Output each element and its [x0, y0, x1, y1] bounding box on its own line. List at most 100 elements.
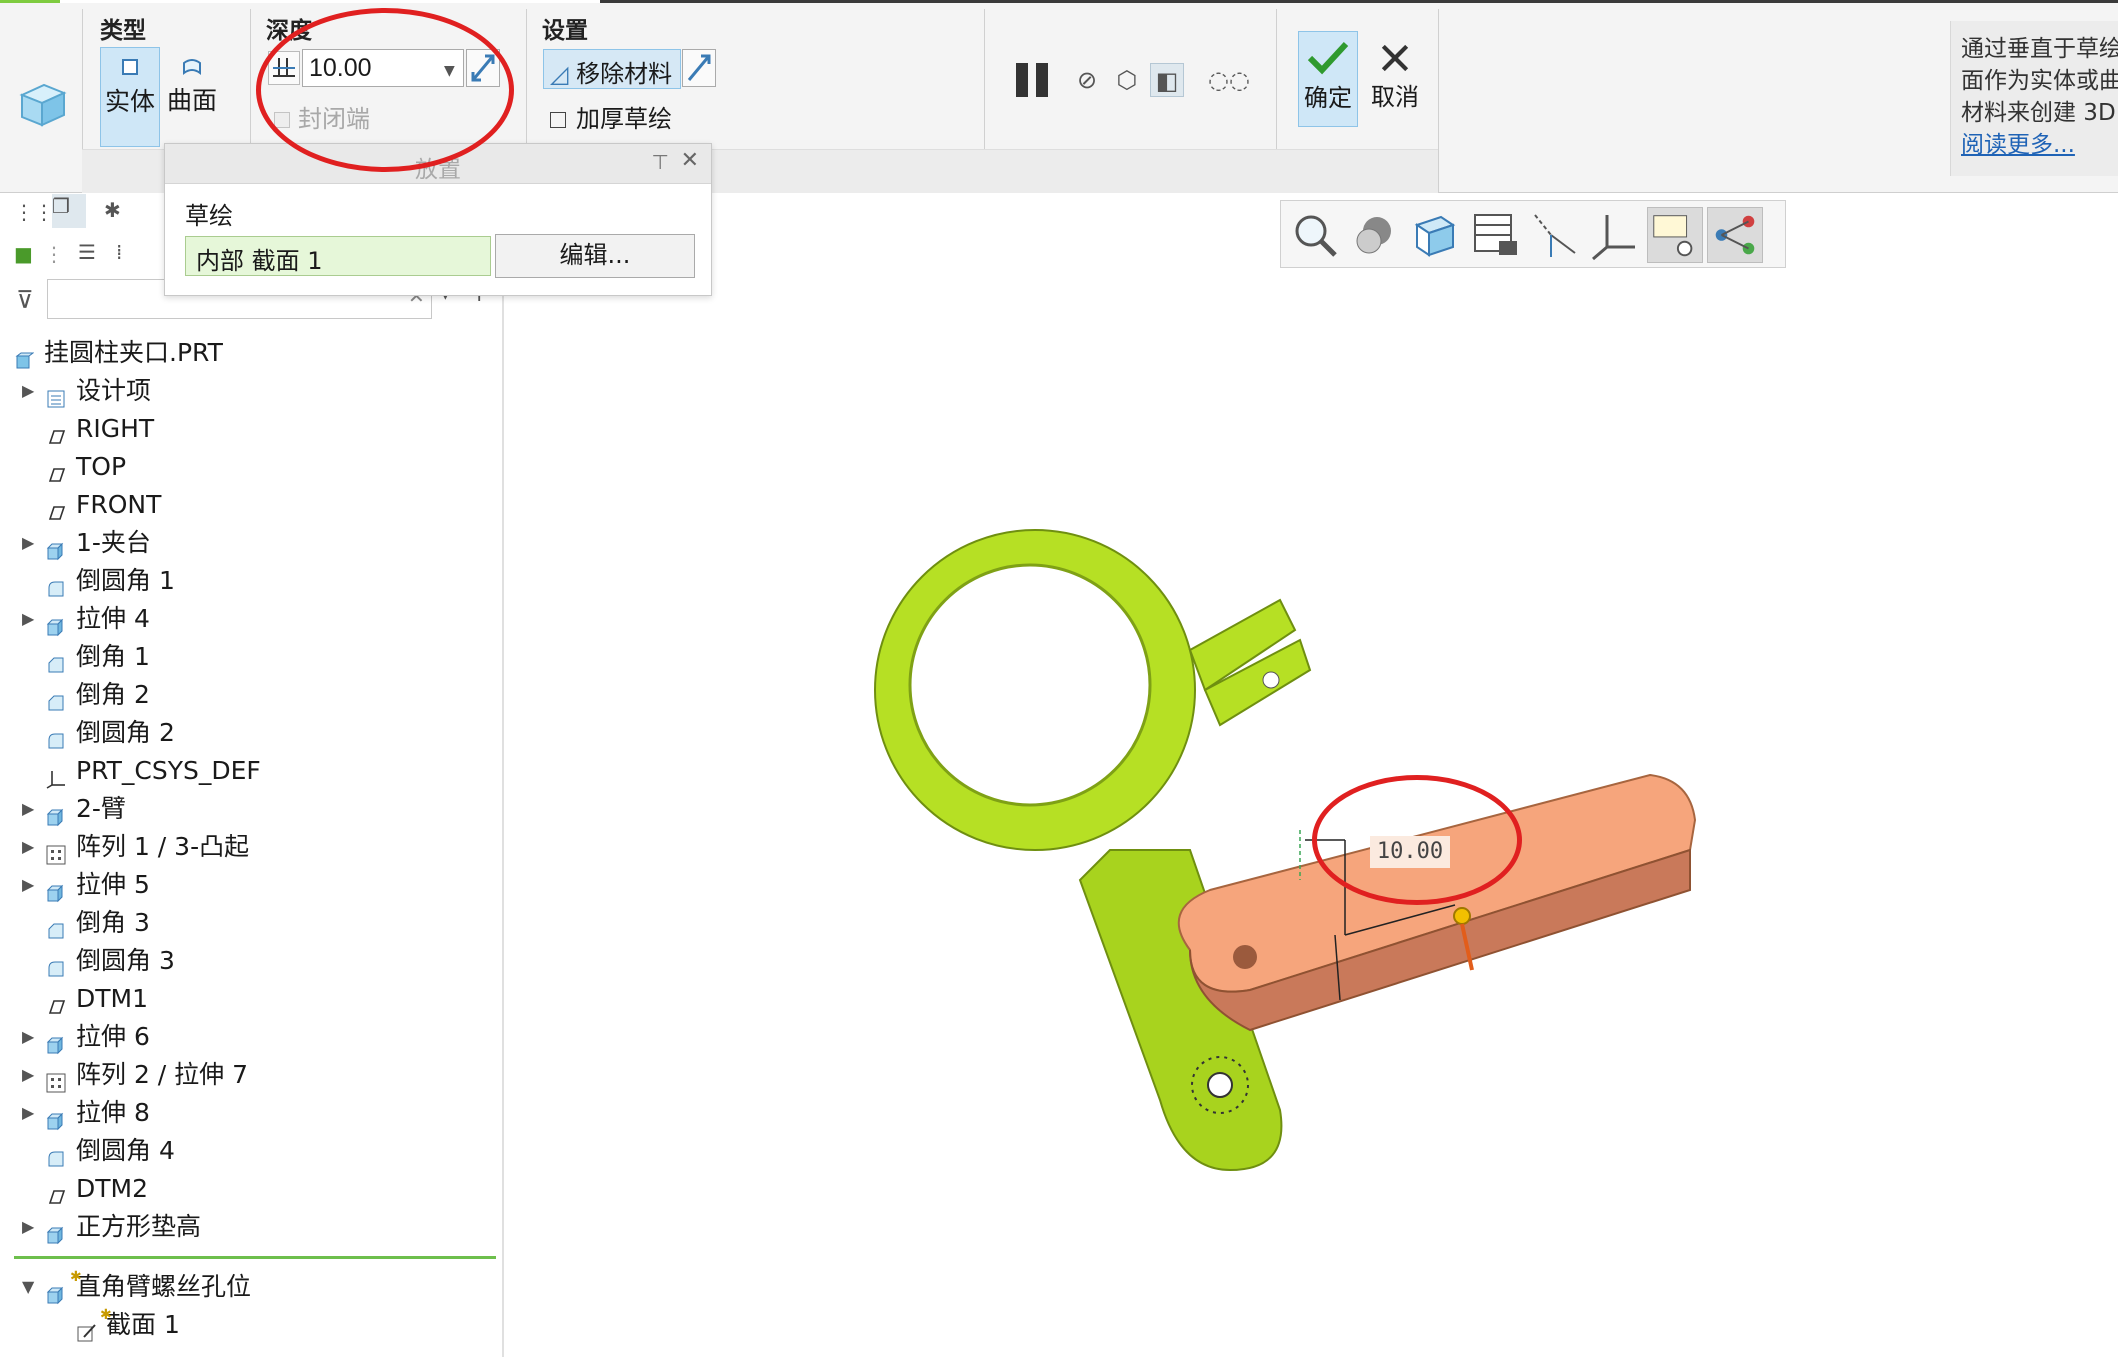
pin-icon[interactable]: ⊤ — [652, 150, 669, 174]
read-more-link[interactable]: 阅读更多... — [1961, 129, 2108, 161]
remove-material-label: 移除材料 — [576, 60, 673, 88]
tree-item[interactable]: FRONT — [0, 486, 500, 524]
new-feature-marker-icon: ✱ — [70, 1269, 82, 1285]
expand-icon[interactable]: ▶ — [22, 1094, 34, 1132]
part-icon — [14, 344, 35, 369]
divider — [82, 9, 83, 149]
solid-button[interactable]: 实体 — [100, 47, 160, 147]
ok-button[interactable]: 确定 — [1298, 31, 1358, 127]
tree-item[interactable]: 倒角 2 — [0, 676, 500, 714]
tree-item[interactable]: 倒圆角 4 — [0, 1132, 500, 1170]
checkmark-icon — [1307, 41, 1349, 75]
tree-item-label: 倒角 3 — [76, 908, 150, 937]
tree-item[interactable]: ▶ 拉伸 5 — [0, 866, 500, 904]
tree-item[interactable]: ▶ 设计项 — [0, 372, 500, 410]
thicken-sketch-checkbox[interactable]: 加厚草绘 — [550, 99, 672, 134]
verify-preview-icon[interactable]: ◧ — [1150, 63, 1184, 97]
pause-icon[interactable] — [1016, 63, 1050, 97]
mesh-preview-icon[interactable]: ⬡ — [1110, 63, 1144, 97]
close-icon[interactable]: ✕ — [681, 148, 699, 173]
tree-item[interactable]: ▶ 拉伸 6 — [0, 1018, 500, 1056]
collapse-icon[interactable]: ▼ — [22, 1268, 34, 1306]
round-icon — [46, 1142, 66, 1167]
tree-item[interactable]: 倒角 1 — [0, 638, 500, 676]
sketch-collector[interactable]: 内部 截面 1 — [185, 236, 491, 276]
datum-plane-icon — [46, 1180, 66, 1204]
tree-columns-icon[interactable]: ⁞ — [116, 240, 122, 264]
insert-here-indicator[interactable] — [14, 1256, 496, 1259]
tree-item[interactable]: 截面 1 ✱ — [0, 1306, 500, 1344]
tree-settings-icon[interactable]: ☰ — [78, 240, 96, 264]
pattern-icon — [46, 838, 66, 865]
expand-icon[interactable]: ▶ — [22, 600, 34, 638]
expand-icon[interactable]: ▶ — [22, 1056, 34, 1094]
tree-item[interactable]: DTM2 — [0, 1170, 500, 1208]
tree-item[interactable]: ▶ 拉伸 8 — [0, 1094, 500, 1132]
csys-display-icon[interactable] — [1587, 207, 1643, 263]
expand-icon[interactable]: ▶ — [22, 866, 34, 904]
checkbox-icon — [550, 112, 566, 128]
saved-orientation-icon[interactable] — [1407, 207, 1463, 263]
tree-item-label: 倒圆角 2 — [76, 718, 175, 747]
tree-item[interactable]: DTM1 — [0, 980, 500, 1018]
clamp-hole — [1262, 671, 1280, 689]
annotation-display-icon[interactable] — [1647, 207, 1703, 263]
expand-icon[interactable]: ▶ — [22, 524, 34, 562]
favorites-tab-icon[interactable]: ✱ — [104, 198, 121, 222]
display-style-icon[interactable] — [1347, 207, 1403, 263]
tree-item[interactable]: ▶ 正方形垫高 — [0, 1208, 500, 1246]
tree-item[interactable]: ▶ 拉伸 4 — [0, 600, 500, 638]
tree-item-label: 阵列 2 / 拉伸 7 — [76, 1060, 249, 1089]
expand-icon[interactable]: ▶ — [22, 828, 34, 866]
tree-item[interactable]: ▶ 1-夹台 — [0, 524, 500, 562]
highlight-oval-depth — [256, 8, 514, 172]
part-model-3d[interactable] — [860, 510, 1720, 1210]
flip-material-button[interactable] — [682, 49, 716, 87]
tree-item[interactable]: TOP — [0, 448, 500, 486]
model-tree-tab-icon[interactable]: ⋮⋮ — [14, 200, 54, 224]
surface-button[interactable]: 曲面 — [162, 47, 222, 147]
feature-display-icon[interactable]: ■ — [14, 242, 33, 266]
tree-item[interactable]: 倒圆角 1 — [0, 562, 500, 600]
spin-center-icon[interactable] — [1707, 207, 1763, 263]
extrude-icon — [46, 1218, 66, 1245]
tree-item[interactable]: ▶ 2-臂 — [0, 790, 500, 828]
help-panel: 通过垂直于草绘 面作为实体或曲 材料来创建 3D 阅读更多... — [1950, 21, 2118, 176]
tree-item[interactable]: PRT_CSYS_DEF — [0, 752, 500, 790]
zoom-icon[interactable] — [1287, 207, 1343, 263]
view-manager-icon[interactable] — [1467, 207, 1523, 263]
cancel-label: 取消 — [1371, 83, 1419, 111]
surface-icon — [183, 59, 201, 75]
tree-item-label: 1-夹台 — [76, 528, 151, 557]
tree-item[interactable]: 挂圆柱夹口.PRT — [0, 334, 500, 372]
bracket-hole — [1233, 945, 1257, 969]
tree-item[interactable]: 倒圆角 3 — [0, 942, 500, 980]
tree-item[interactable]: ▶ 阵列 1 / 3-凸起 — [0, 828, 500, 866]
tree-item[interactable]: 倒角 3 — [0, 904, 500, 942]
expand-icon[interactable]: ▶ — [22, 1208, 34, 1246]
tree-item[interactable]: 倒圆角 2 — [0, 714, 500, 752]
close-icon — [1381, 44, 1409, 72]
datum-plane-icon — [46, 496, 66, 520]
glasses-icon[interactable]: ◌◌ — [1206, 63, 1252, 97]
remove-material-button[interactable]: ◿ 移除材料 — [543, 49, 681, 89]
no-preview-icon[interactable]: ⊘ — [1070, 63, 1104, 97]
tree-item-label: 拉伸 5 — [76, 870, 150, 899]
flip-material-icon — [687, 54, 711, 81]
expand-icon[interactable]: ▶ — [22, 372, 34, 410]
chamfer-icon — [46, 686, 66, 711]
expand-icon[interactable]: ▶ — [22, 1018, 34, 1056]
expand-icon[interactable]: ▶ — [22, 790, 34, 828]
datum-display-icon[interactable] — [1527, 207, 1583, 263]
layer-tree-tab-icon[interactable]: ❐ — [52, 194, 86, 228]
tree-item-label: 拉伸 4 — [76, 604, 150, 633]
tree-item[interactable]: RIGHT — [0, 410, 500, 448]
filter-icon[interactable]: ⊽ — [16, 286, 34, 314]
tree-item[interactable]: ▶ 阵列 2 / 拉伸 7 — [0, 1056, 500, 1094]
solid-label: 实体 — [104, 87, 155, 116]
edit-sketch-button[interactable]: 编辑... — [495, 234, 695, 278]
tree-item-label: DTM1 — [76, 984, 148, 1013]
cancel-button[interactable]: 取消 — [1360, 31, 1430, 127]
tree-item[interactable]: ▼ 直角臂螺丝孔位 ✱ — [0, 1268, 500, 1306]
tree-item-label: 倒圆角 1 — [76, 566, 175, 595]
